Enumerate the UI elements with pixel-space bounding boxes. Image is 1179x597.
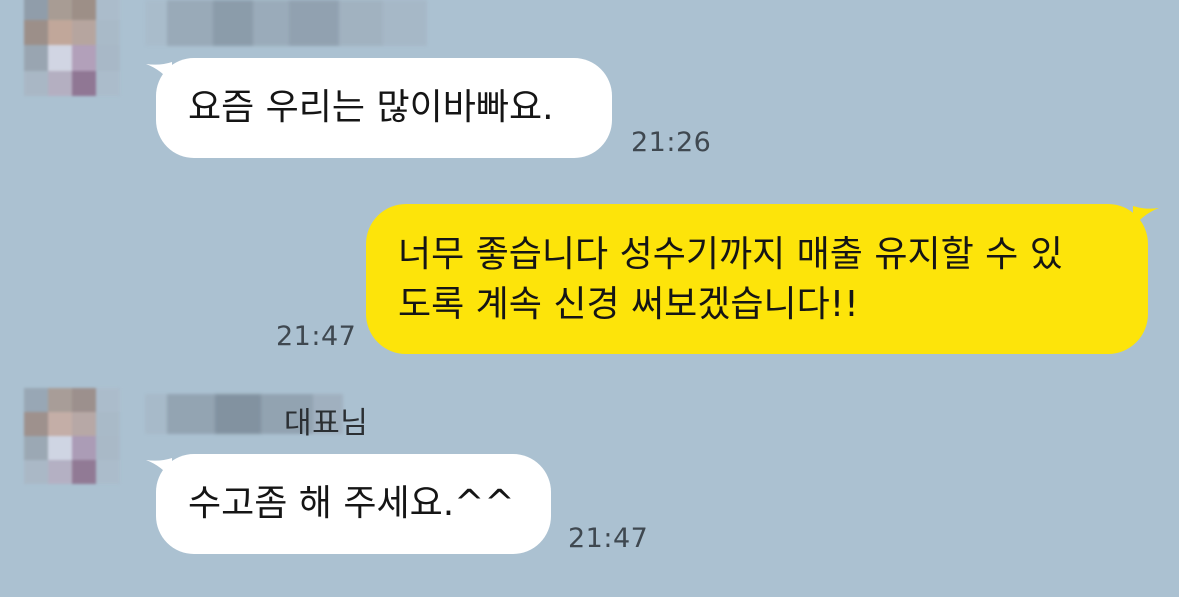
message-timestamp: 21:26 (631, 127, 712, 158)
sender-avatar[interactable] (24, 388, 120, 484)
message-text: 요즘 우리는 많이바빠요. (188, 87, 554, 128)
sender-name: 대표님 (284, 406, 369, 441)
sender-name-blurred (145, 0, 427, 46)
message-bubble-incoming[interactable]: 수고좀 해 주세요.^^ (156, 454, 551, 554)
message-timestamp: 21:47 (276, 321, 357, 352)
message-text-line: 너무 좋습니다 성수기까지 매출 유지할 수 있 (398, 234, 1063, 275)
message-text: 수고좀 해 주세요.^^ (188, 483, 515, 524)
message-bubble-incoming[interactable]: 요즘 우리는 많이바빠요. (156, 58, 612, 158)
message-bubble-outgoing[interactable]: 너무 좋습니다 성수기까지 매출 유지할 수 있 도록 계속 신경 써보겠습니다… (366, 204, 1148, 354)
sender-avatar[interactable] (24, 0, 120, 96)
message-text-line: 도록 계속 신경 써보겠습니다!! (398, 284, 859, 325)
bubble-tail (1133, 206, 1159, 228)
message-timestamp: 21:47 (568, 523, 649, 554)
